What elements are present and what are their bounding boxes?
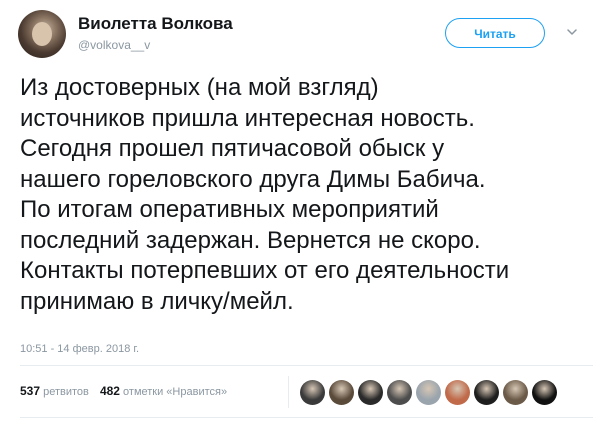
retweets-stat[interactable]: 537 ретвитов bbox=[20, 384, 89, 398]
retweets-count: 537 bbox=[20, 384, 41, 398]
follow-button[interactable]: Читать bbox=[445, 18, 545, 48]
liker-avatar-3[interactable] bbox=[358, 380, 383, 405]
stats-separator bbox=[288, 376, 289, 408]
liker-avatar-4[interactable] bbox=[387, 380, 412, 405]
chevron-down-icon[interactable] bbox=[566, 26, 578, 38]
likes-stat[interactable]: 482 отметки «Нравится» bbox=[99, 384, 228, 398]
liker-avatar-5[interactable] bbox=[416, 380, 441, 405]
tweet-stats: 537 ретвитов 482 отметки «Нравится» bbox=[20, 384, 235, 398]
liker-avatar-7[interactable] bbox=[474, 380, 499, 405]
liker-avatar-9[interactable] bbox=[532, 380, 557, 405]
author-name[interactable]: Виолетта Волкова bbox=[78, 14, 233, 34]
liker-avatar-8[interactable] bbox=[503, 380, 528, 405]
tweet-timestamp[interactable]: 10:51 - 14 февр. 2018 г. bbox=[20, 343, 139, 355]
liker-avatar-1[interactable] bbox=[300, 380, 325, 405]
avatar-face bbox=[32, 22, 52, 46]
liker-avatar-2[interactable] bbox=[329, 380, 354, 405]
tweet-text: Из достоверных (на мой взгляд) источнико… bbox=[20, 74, 510, 315]
author-handle[interactable]: @volkova__v bbox=[78, 38, 150, 52]
likes-count: 482 bbox=[99, 384, 120, 398]
divider-bottom bbox=[20, 417, 593, 418]
likes-label: отметки «Нравится» bbox=[123, 386, 228, 398]
author-avatar[interactable] bbox=[18, 10, 66, 58]
divider-top bbox=[20, 365, 593, 366]
retweets-label: ретвитов bbox=[43, 386, 89, 398]
liker-avatar-6[interactable] bbox=[445, 380, 470, 405]
